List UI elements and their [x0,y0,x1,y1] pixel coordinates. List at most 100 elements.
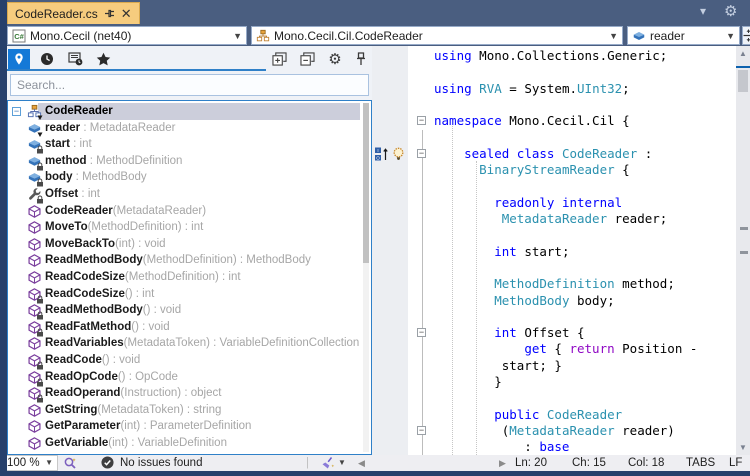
member-name: method [45,155,87,167]
list-item[interactable]: ReadFatMethod() : void [8,319,371,336]
split-editor-icon[interactable] [742,26,750,45]
document-tab[interactable]: CodeReader.cs ✕ [7,2,140,24]
member-signature: (int) : void [115,238,166,250]
line-indicator: Ln: 20 [515,455,547,471]
code-line[interactable]: MethodBody body; [434,293,615,309]
list-item[interactable]: MoveBackTo(int) : void [8,236,371,253]
fold-toggle[interactable]: − [417,116,426,125]
list-item[interactable]: Offset : int [8,186,371,203]
list-item[interactable]: method : MethodDefinition [8,153,371,170]
expand-all-icon[interactable] [268,49,290,69]
list-item[interactable]: ReadCodeSize(MethodDefinition) : int [8,269,371,286]
project-dropdown[interactable]: C# Mono.Cecil (net40) ▼ [7,26,247,45]
code-line[interactable]: : base [434,439,569,455]
list-item[interactable]: body : MethodBody [8,169,371,186]
code-line[interactable]: start; } [434,358,562,374]
list-item[interactable]: ReadCode() : void [8,352,371,369]
code-editor[interactable]: IO using Mono.Collections.Generic; using … [372,46,750,455]
member-name: GetString [45,404,97,416]
clock-icon[interactable] [36,49,58,69]
status-bar: 100 % ▼ No issues found | ▼ ◀ ▶ Ln: 20 C… [0,455,750,471]
active-tab-indicator [7,69,266,71]
gear-icon[interactable]: ⚙ [324,49,346,69]
list-item[interactable]: MoveTo(MethodDefinition) : int [8,219,371,236]
code-line[interactable]: } [434,374,502,390]
health-check-icon[interactable] [101,456,114,472]
chevron-down-icon[interactable]: ▼ [338,455,346,471]
caret-position-marker [736,66,750,68]
window-border [0,0,7,476]
code-line[interactable]: MetadataReader reader; [434,211,667,227]
code-line[interactable]: readonly internal [434,195,622,211]
member-name: ReadCode [45,354,102,366]
structure-scrollbar[interactable] [363,103,369,452]
list-item[interactable]: ReadOperand(Instruction) : object [8,385,371,402]
code-line[interactable]: − sealed class CodeReader : [434,146,652,162]
member-name: Offset [45,188,78,200]
code-cleanup-icon[interactable] [320,456,336,472]
member-name: start [45,138,70,150]
recent-files-icon[interactable] [64,49,86,69]
code-line[interactable]: int start; [434,244,569,260]
zoom-control[interactable]: 100 % ▼ [2,455,58,471]
scrollbar-mark [740,227,748,230]
code-line[interactable]: BinaryStreamReader { [434,162,630,178]
member-name: ReadVariables [45,337,124,349]
member-dropdown[interactable]: reader ▼ [627,26,740,45]
list-item[interactable]: ReadCodeSize() : int [8,286,371,303]
pin-icon[interactable] [104,8,115,19]
lightbulb-icon[interactable] [391,146,406,162]
zoom-level: 100 % [7,455,40,471]
hscroll-right-arrow[interactable]: ▶ [499,455,506,471]
inheritance-icon[interactable]: IO [374,146,389,162]
chevron-down-icon[interactable]: ▾ [700,4,706,18]
type-dropdown[interactable]: Mono.Cecil.Cil.CodeReader ▼ [251,26,623,45]
fold-toggle[interactable]: − [417,149,426,158]
tree-expander[interactable]: − [12,107,21,116]
collapse-all-icon[interactable] [296,49,318,69]
code-line[interactable]: MethodDefinition method; [434,276,675,292]
scroll-down-arrow[interactable]: ▼ [736,443,750,452]
list-item[interactable]: reader : MetadataReader [8,120,371,137]
list-item[interactable]: start : int [8,136,371,153]
list-item[interactable]: ReadMethodBody() : void [8,302,371,319]
code-line[interactable]: −namespace Mono.Cecil.Cil { [434,113,630,129]
code-line[interactable]: public CodeReader [434,407,622,423]
list-item[interactable]: ReadOpCode() : OpCode [8,369,371,386]
editor-scrollbar[interactable]: ▲ ▼ [736,46,750,455]
list-item[interactable]: ReadMethodBody(MethodDefinition) : Metho… [8,252,371,269]
method-icon [27,270,42,285]
list-item[interactable]: GetParameter(int) : ParameterDefinition [8,418,371,435]
scroll-up-arrow[interactable]: ▲ [736,49,750,58]
list-item[interactable]: ReadVariables(MetadataToken) : VariableD… [8,335,371,352]
code-line[interactable]: using Mono.Collections.Generic; [434,48,667,64]
code-line[interactable]: − int Offset { [434,325,585,341]
list-item[interactable]: CodeReader(MetadataReader) [8,203,371,220]
gear-icon[interactable]: ⚙ [724,2,737,20]
list-item[interactable]: GetVariable(int) : VariableDefinition [8,435,371,452]
close-icon[interactable]: ✕ [121,7,132,20]
list-item[interactable]: −CodeReader [8,103,371,120]
issues-status[interactable]: No issues found [120,455,202,471]
hscroll-left-arrow[interactable]: ◀ [358,455,365,471]
member-signature: (MethodDefinition) : MethodBody [143,254,311,266]
star-icon[interactable] [92,49,114,69]
code-line[interactable]: − (MetadataReader reader) [434,423,675,439]
svg-text:O: O [376,156,380,161]
search-input[interactable] [10,74,369,96]
member-name: body [45,171,72,183]
member-name: ReadCodeSize [45,288,125,300]
list-item[interactable]: GetString(MetadataToken) : string [8,402,371,419]
member-signature: : MethodDefinition [87,155,183,167]
position-pin-icon[interactable] [8,49,30,69]
fold-toggle[interactable]: − [417,328,426,337]
code-line[interactable]: using RVA = System.UInt32; [434,81,630,97]
structure-list[interactable]: −CodeReaderreader : MetadataReaderstart … [7,100,372,455]
scrollbar-thumb[interactable] [738,70,748,92]
scrollbar-thumb[interactable] [363,103,369,263]
fold-toggle[interactable]: − [417,426,426,435]
code-analysis-icon[interactable] [63,456,77,472]
pin-icon[interactable] [350,49,372,69]
member-name: ReadMethodBody [45,254,143,266]
code-line[interactable]: get { return Position - [434,341,697,357]
